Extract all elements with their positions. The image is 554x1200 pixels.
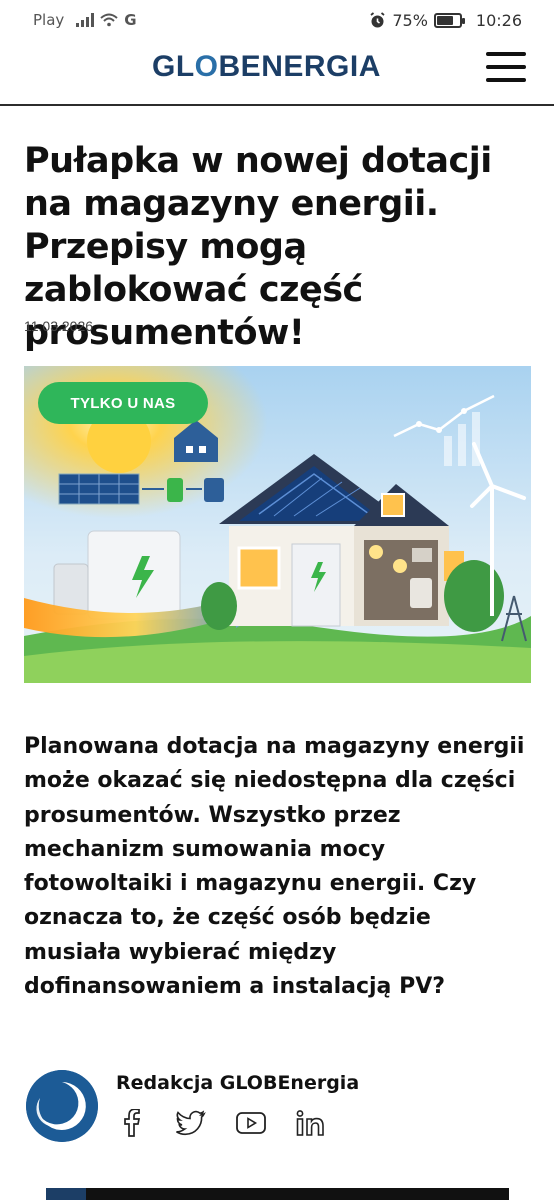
hamburger-menu-icon[interactable] <box>486 50 526 84</box>
exclusive-badge: TYLKO U NAS <box>38 382 208 424</box>
status-right: 75% 10:26 <box>369 11 522 30</box>
logo-text-part2: BENERGIA <box>218 50 381 83</box>
network-type-label: G <box>124 11 137 29</box>
article-date: 11.03.2026 <box>24 318 94 334</box>
linkedin-icon[interactable] <box>296 1108 326 1138</box>
alarm-icon <box>370 11 385 27</box>
status-left: Play G <box>33 11 137 29</box>
article-lead: Planowana dotacja na magazyny energii mo… <box>24 734 525 1000</box>
logo-globe-letter: O <box>194 50 219 83</box>
facebook-icon[interactable] <box>116 1108 146 1138</box>
article-title: Pułapka w nowej dotacji na magazyny ener… <box>24 141 492 353</box>
battery-icon <box>433 12 465 28</box>
carrier-label: Play <box>33 11 65 29</box>
twitter-icon[interactable] <box>176 1108 206 1138</box>
youtube-icon[interactable] <box>236 1108 266 1138</box>
author-social-links <box>116 1108 326 1138</box>
author-name[interactable]: Redakcja GLOBEnergia <box>116 1072 359 1094</box>
site-header: GLOBENERGIA <box>0 40 554 106</box>
globe-logo-icon <box>26 1070 98 1142</box>
article-hero-image[interactable]: TYLKO U NAS <box>24 366 531 683</box>
status-bar: Play G 75% 10:26 <box>0 0 554 40</box>
clock: 10:26 <box>475 10 522 30</box>
globenergia-logo[interactable]: GLOBENERGIA <box>152 50 381 84</box>
wifi-icon <box>100 13 118 27</box>
battery-percent: 75% <box>392 10 428 30</box>
logo-text-part1: GL <box>152 50 195 83</box>
signal-icon <box>76 13 95 27</box>
author-avatar[interactable] <box>26 1070 98 1142</box>
bottom-banner-edge <box>46 1188 509 1200</box>
